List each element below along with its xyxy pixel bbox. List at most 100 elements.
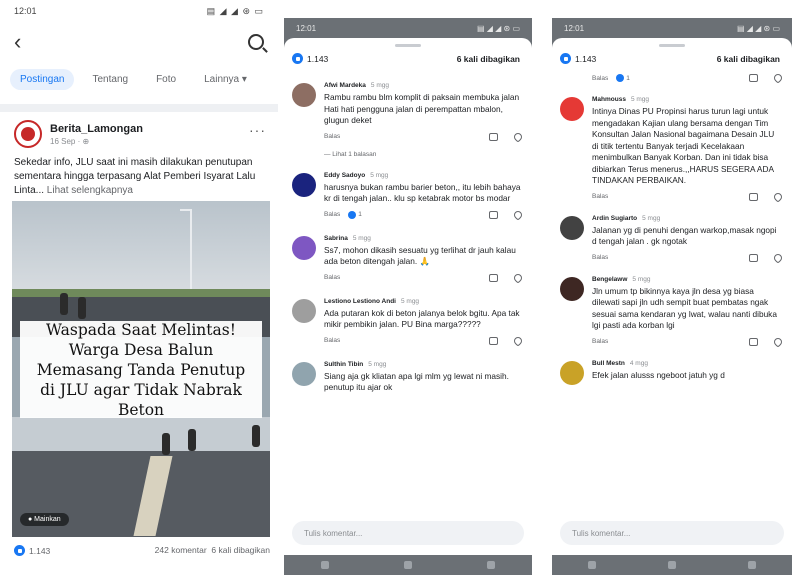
like-icon[interactable] <box>749 74 758 82</box>
view-replies-link[interactable]: — Lihat 1 balasan <box>324 151 522 158</box>
person <box>188 429 196 451</box>
like-icon[interactable] <box>489 210 498 219</box>
commenter-name[interactable]: Eddy Sadoyo <box>324 172 365 179</box>
street-lamp <box>180 209 192 297</box>
reaction-count[interactable]: 1.143 <box>575 54 596 64</box>
commenter-name[interactable]: Mahmouss <box>592 96 626 103</box>
nav-back-icon[interactable] <box>748 561 756 569</box>
status-time: 12:01 <box>564 23 585 33</box>
commenter-name[interactable]: Sulthin Tibin <box>324 361 363 368</box>
comment-item: Bengelaww 5 mgg Jln umum tp bikinnya kaya… <box>552 276 792 348</box>
reply-button[interactable]: Balas <box>324 133 340 140</box>
commenter-avatar[interactable] <box>292 83 316 107</box>
reaction-count[interactable]: 1.143 <box>307 54 328 64</box>
comment-input[interactable]: Tulis komentar... <box>560 521 784 545</box>
comment-like-count: 1 <box>358 211 362 218</box>
like-icon[interactable] <box>749 192 758 201</box>
nav-back-icon[interactable] <box>486 561 495 569</box>
heart-icon[interactable] <box>512 334 524 347</box>
comment-text: Intinya Dinas PU Propinsi harus turun la… <box>592 106 775 185</box>
see-more-link[interactable]: Lihat selengkapnya <box>44 185 133 196</box>
commenter-avatar[interactable] <box>560 215 584 240</box>
heart-icon[interactable] <box>772 335 784 348</box>
comment-time: 5 mgg <box>400 297 420 305</box>
heart-icon[interactable] <box>772 190 784 203</box>
tab-lainnya[interactable]: Lainnya ▾ <box>194 69 257 90</box>
comment-input[interactable]: Tulis komentar... <box>292 521 524 545</box>
reply-button[interactable]: Balas <box>324 337 340 344</box>
like-icon[interactable] <box>489 132 498 141</box>
comment-time: 5 mgg <box>642 214 661 222</box>
heart-icon[interactable] <box>512 208 524 221</box>
status-bar: 12:01 ▤ ◢ ◢ ⊛ ▭ <box>552 18 792 38</box>
comment-time: 5 mgg <box>370 171 389 179</box>
play-badge[interactable]: ● Mainkan <box>20 513 69 526</box>
post-video[interactable]: Waspada Saat Melintas! Warga Desa Balun … <box>12 201 270 537</box>
comment-item: Sabrina 5 mgg Ss7, mohon dikasih sesuatu … <box>284 235 532 284</box>
search-icon[interactable] <box>248 34 264 50</box>
nav-recents-icon[interactable] <box>588 561 596 569</box>
tab-tentang[interactable]: Tentang <box>82 69 138 90</box>
commenter-name[interactable]: Lestiono Lestiono Andi <box>324 298 396 305</box>
status-icons: ▤ ◢ ◢ ⊛ ▭ <box>206 5 264 16</box>
nav-recents-icon[interactable] <box>321 561 330 569</box>
shares-count[interactable]: 6 kali dibagikan <box>457 54 520 64</box>
tab-postingan[interactable]: Postingan <box>10 68 75 90</box>
commenter-name[interactable]: Bull Mestn <box>592 360 625 367</box>
comment-item: Ardin Sugiarto 5 mgg Jalanan yg di penuhi… <box>552 215 792 264</box>
commenter-avatar[interactable] <box>292 298 316 323</box>
heart-icon[interactable] <box>512 130 524 143</box>
reaction-summary[interactable]: 1.143 <box>14 545 50 556</box>
commenter-avatar[interactable] <box>292 361 316 386</box>
shares-count[interactable]: 6 kali dibagikan <box>717 54 780 64</box>
comments-sheet: 1.143 6 kali dibagikan Balas 1 Mahmouss 5 … <box>552 38 792 555</box>
comments-sheet: 1.143 6 kali dibagikan Afwi Mardeka 5 mgg… <box>284 38 532 555</box>
like-icon[interactable] <box>489 336 498 345</box>
comment-time: 4 mgg <box>629 359 648 367</box>
comment-text: harusnya bukan rambu barier beton,, itu … <box>324 181 521 204</box>
like-icon[interactable] <box>489 273 498 282</box>
commenter-avatar[interactable] <box>560 97 584 121</box>
comments-screen-1: 12:01 ▤ ◢ ◢ ⊛ ▭ 1.143 6 kali dibagikan A… <box>284 18 532 575</box>
comment-time: 5 mgg <box>368 360 387 368</box>
person <box>60 293 68 315</box>
reply-button[interactable]: Balas <box>324 274 340 281</box>
commenter-avatar[interactable] <box>292 172 316 197</box>
commenter-name[interactable]: Ardin Sugiarto <box>592 215 637 222</box>
nav-home-icon[interactable] <box>403 561 412 569</box>
status-time: 12:01 <box>14 6 37 16</box>
commenter-avatar[interactable] <box>560 276 584 301</box>
comment-text: Rambu rambu blm komplit di paksain membu… <box>324 92 520 125</box>
comment-item: Mahmouss 5 mgg Intinya Dinas PU Propinsi … <box>552 96 792 203</box>
like-icon <box>616 74 625 82</box>
status-time: 12:01 <box>296 23 317 33</box>
reply-button[interactable]: Balas <box>592 338 608 345</box>
page-name[interactable]: Berita_Lamongan <box>50 123 143 135</box>
commenter-name[interactable]: Bengelaww <box>592 276 627 283</box>
reply-button[interactable]: Balas <box>592 193 608 200</box>
tab-foto[interactable]: Foto <box>146 69 186 90</box>
heart-icon[interactable] <box>772 72 784 84</box>
commenter-name[interactable]: Afwi Mardeka <box>324 82 366 89</box>
reply-button[interactable]: Balas <box>324 211 340 218</box>
back-arrow-icon[interactable]: ‹ <box>14 31 21 53</box>
commenter-avatar[interactable] <box>560 360 584 385</box>
page-avatar[interactable] <box>14 120 42 148</box>
reply-button[interactable]: Balas <box>592 75 608 82</box>
comment-text: Jln umum tp bikinnya kaya jln desa yg bi… <box>592 285 777 331</box>
android-nav-bar <box>284 555 532 575</box>
commenter-avatar[interactable] <box>292 235 316 260</box>
like-icon[interactable] <box>749 337 758 346</box>
heart-icon[interactable] <box>512 271 524 284</box>
shares-count[interactable]: 6 kali dibagikan <box>211 545 270 555</box>
page-tabs: Postingan Tentang Foto Lainnya ▾ <box>0 62 278 96</box>
comments-count[interactable]: 242 komentar <box>155 545 207 555</box>
comment-time: 5 mgg <box>370 82 389 89</box>
like-icon[interactable] <box>749 253 758 262</box>
commenter-name[interactable]: Sabrina <box>324 235 348 242</box>
reply-button[interactable]: Balas <box>592 254 608 261</box>
nav-home-icon[interactable] <box>668 561 676 569</box>
heart-icon[interactable] <box>772 251 784 264</box>
more-options-icon[interactable]: ··· <box>249 122 266 138</box>
post-time: 16 Sep · ⊕ <box>50 136 90 146</box>
